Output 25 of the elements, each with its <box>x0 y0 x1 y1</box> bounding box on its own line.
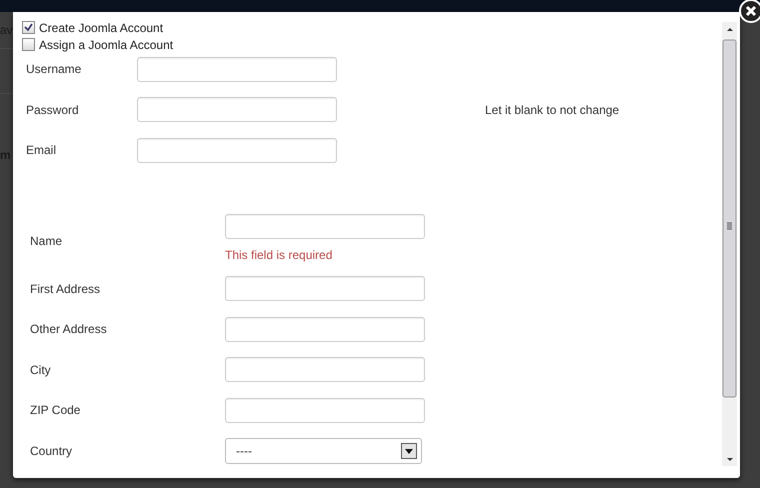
input-field[interactable] <box>225 316 425 342</box>
field-label: First Address <box>30 282 100 296</box>
input-field[interactable] <box>137 138 337 163</box>
field-label: City <box>30 362 51 377</box>
field-label: ZIP Code <box>30 403 80 418</box>
error-message: This field is required <box>225 248 332 262</box>
field-label: Name <box>30 234 62 248</box>
input-field[interactable] <box>137 97 337 122</box>
field-label: Country <box>30 444 72 458</box>
field-label: Username <box>26 62 82 76</box>
input-field[interactable] <box>225 357 425 382</box>
field-label: Email <box>26 143 56 158</box>
country-dropdown[interactable]: ---- <box>225 438 422 464</box>
close-icon[interactable] <box>739 0 760 23</box>
input-field[interactable] <box>225 214 425 238</box>
checkbox[interactable] <box>22 21 35 34</box>
input-field[interactable] <box>137 56 337 82</box>
checkbox[interactable] <box>22 38 35 51</box>
input-field[interactable] <box>225 398 425 423</box>
hint-text: Let it blank to not change <box>485 102 620 117</box>
input-field[interactable] <box>225 276 425 302</box>
field-label: Password <box>26 102 79 117</box>
field-label: Other Address <box>30 322 107 336</box>
checkbox-label[interactable]: Create Joomla Account <box>39 20 164 34</box>
checkbox-label[interactable]: Assign a Joomla Account <box>39 38 174 52</box>
